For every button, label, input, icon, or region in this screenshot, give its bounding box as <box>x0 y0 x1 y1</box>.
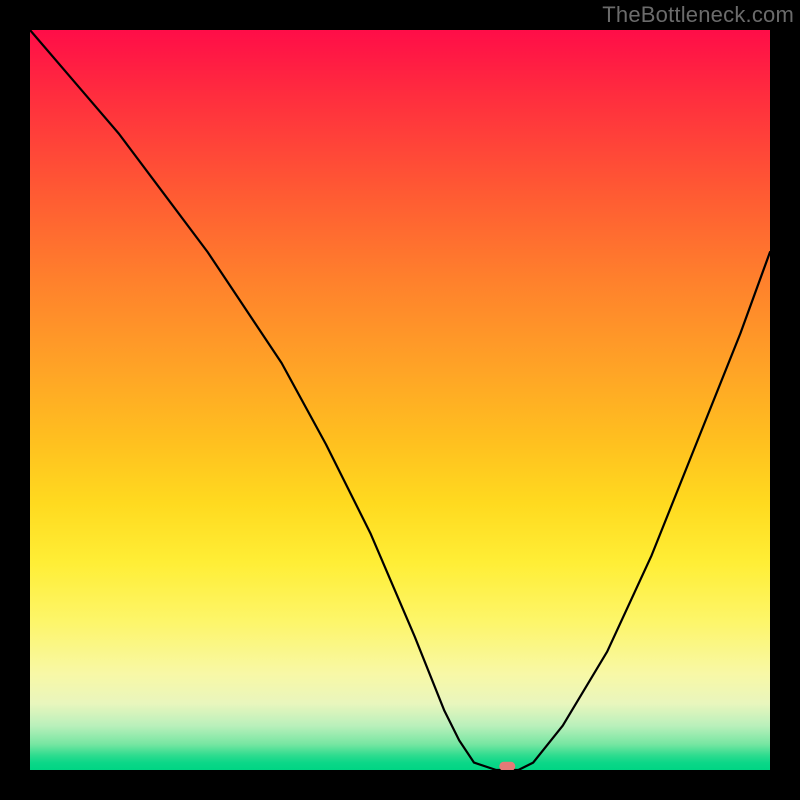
chart-frame: TheBottleneck.com <box>0 0 800 800</box>
bottleneck-curve <box>30 30 770 770</box>
optimum-marker <box>499 762 515 770</box>
curve-layer <box>30 30 770 770</box>
watermark-text: TheBottleneck.com <box>602 2 794 28</box>
plot-area <box>30 30 770 770</box>
